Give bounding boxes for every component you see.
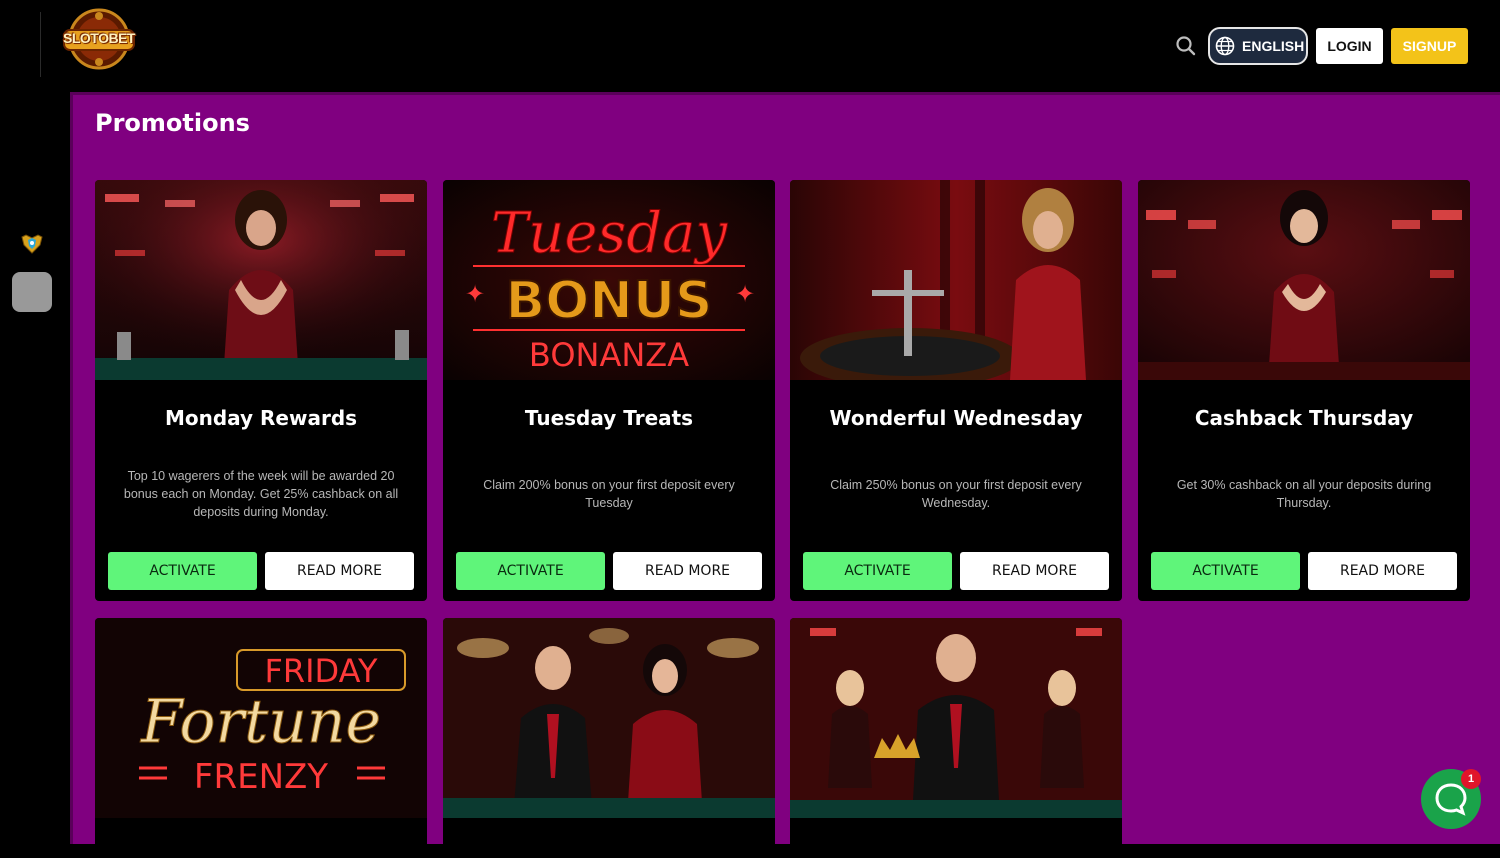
couple-casino-image (443, 618, 775, 818)
promo-description: Get 30% cashback on all your deposits du… (1176, 478, 1432, 510)
search-button[interactable] (1174, 34, 1198, 58)
language-label: ENGLISH (1242, 38, 1305, 54)
activate-button[interactable]: ACTIVATE (1151, 552, 1300, 590)
sidebar (0, 92, 70, 844)
read-more-button[interactable]: READ MORE (960, 552, 1109, 590)
promo-card-7 (790, 618, 1122, 858)
promo-image-crown (790, 618, 1122, 818)
page-title: Promotions (95, 109, 250, 137)
tuesday-bonanza-banner: Tuesday BONUS ✦ ✦ BONANZA (443, 180, 775, 380)
promo-description: Top 10 wagerers of the week will be awar… (123, 469, 399, 519)
signup-button[interactable]: SIGNUP (1391, 28, 1468, 64)
banner-script-text: Fortune (140, 687, 381, 757)
read-more-button[interactable]: READ MORE (613, 552, 762, 590)
promo-image-tuesday: Tuesday BONUS ✦ ✦ BONANZA (443, 180, 775, 380)
top-navigation-bar: SLOTOBET ENGLISH LOGIN SIGNUP (0, 0, 1500, 92)
sidebar-item-tile[interactable] (12, 272, 52, 312)
dealer-woman-image (95, 180, 427, 380)
activate-button[interactable]: ACTIVATE (803, 552, 952, 590)
login-button[interactable]: LOGIN (1316, 28, 1383, 64)
banner-sub-text: FRENZY (194, 757, 328, 797)
svg-text:✦: ✦ (465, 280, 485, 308)
promo-title: Cashback Thursday (1194, 406, 1414, 430)
crown-man-image (790, 618, 1122, 818)
promo-card-friday: FRIDAY Fortune FRENZY (95, 618, 427, 858)
shield-badge-icon (21, 234, 43, 254)
friday-fortune-banner: FRIDAY Fortune FRENZY (95, 618, 427, 818)
read-more-button[interactable]: READ MORE (1308, 552, 1457, 590)
globe-icon (1215, 36, 1235, 56)
promo-image-couple (443, 618, 775, 818)
promo-title: Wonderful Wednesday (829, 406, 1083, 430)
read-more-button[interactable]: READ MORE (265, 552, 414, 590)
divider (40, 12, 41, 77)
promo-card-monday: Monday Rewards Top 10 wagerers of the we… (95, 180, 427, 601)
promotions-section: Promotions Monday Rewards Top 10 wagerer… (70, 92, 1500, 858)
promo-image-wednesday (790, 180, 1122, 380)
promo-image-monday (95, 180, 427, 380)
banner-script-text: Tuesday (491, 201, 729, 266)
banner-top-text: FRIDAY (264, 652, 378, 690)
slotobet-logo[interactable]: SLOTOBET (62, 8, 136, 70)
activate-button[interactable]: ACTIVATE (108, 552, 257, 590)
promo-title: Monday Rewards (164, 406, 358, 430)
sidebar-item-vip[interactable] (20, 233, 44, 255)
promo-card-wednesday: Wonderful Wednesday Claim 250% bonus on … (790, 180, 1122, 601)
banner-sub-text: BONANZA (529, 336, 689, 374)
logo-text: SLOTOBET (63, 30, 135, 46)
promo-card-thursday: Cashback Thursday Get 30% cashback on al… (1138, 180, 1470, 601)
promo-description: Claim 250% bonus on your first deposit e… (830, 478, 1082, 510)
roulette-woman-image (790, 180, 1122, 380)
promo-title: Tuesday Treats (524, 406, 694, 430)
dealer-woman-2-image (1138, 180, 1470, 380)
activate-button[interactable]: ACTIVATE (456, 552, 605, 590)
search-icon (1176, 36, 1196, 56)
promo-card-6 (443, 618, 775, 858)
promo-image-thursday (1138, 180, 1470, 380)
svg-text:✦: ✦ (735, 280, 755, 308)
language-selector[interactable]: ENGLISH (1208, 27, 1308, 65)
chat-unread-badge: 1 (1461, 769, 1481, 789)
banner-big-text: BONUS (505, 271, 712, 331)
promo-description: Claim 200% bonus on your first deposit e… (483, 478, 735, 510)
promo-image-friday: FRIDAY Fortune FRENZY (95, 618, 427, 818)
promo-card-tuesday: Tuesday BONUS ✦ ✦ BONANZA Tuesday Treats… (443, 180, 775, 601)
